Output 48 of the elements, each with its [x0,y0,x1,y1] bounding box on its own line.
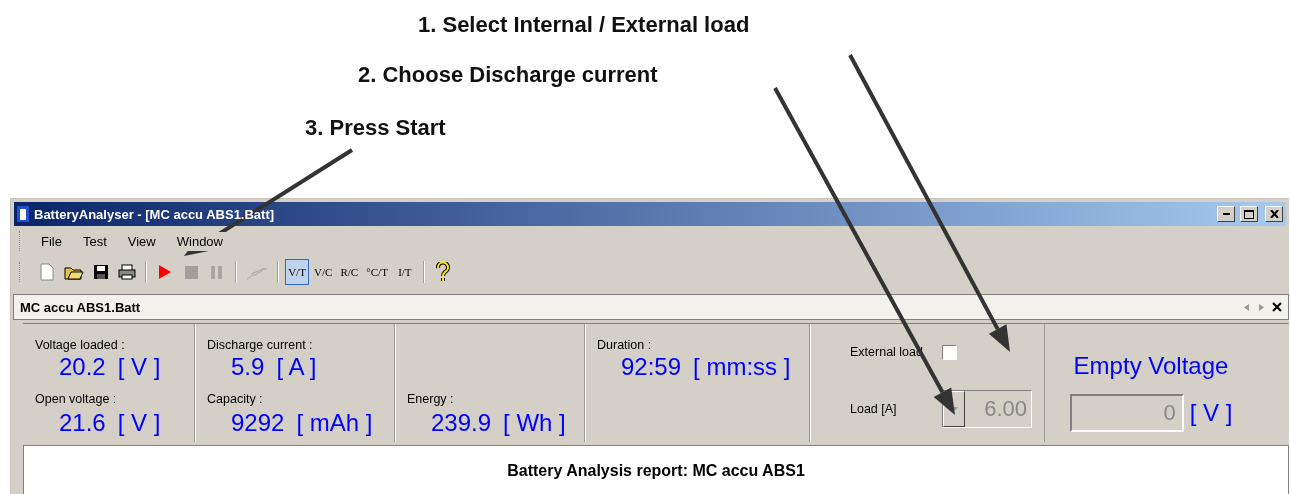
battery-icon [17,206,29,222]
chart-mode-button[interactable]: °C/T [363,259,391,285]
minimize-icon [1222,213,1230,215]
reading-unit: [ Wh ] [503,409,566,437]
chart-mode-button[interactable]: V/T [285,259,309,285]
pause-icon [211,265,223,279]
window-title: BatteryAnalyser - [MC accu ABS1.Batt] [34,206,276,222]
close-button[interactable] [1265,206,1283,222]
stepped-line-icon [246,264,268,280]
maximize-button[interactable] [1240,206,1258,222]
reading-label: Voltage loaded : [35,338,126,352]
reading-label: Capacity : [207,392,264,406]
new-file-icon [40,263,54,281]
reading-value: 92:59 [621,353,682,381]
reading-label: Energy : [407,392,455,406]
reading-unit: [ V ] [117,353,161,381]
report-title: Battery Analysis report: MC accu ABS1 [507,462,805,481]
annotation-text: 2. Choose Discharge current [358,62,658,88]
annotation-text: 1. Select Internal / External load [418,12,750,38]
reading-value: 5.9 [231,353,265,381]
reading-label: Duration : [597,338,653,352]
chart-mode-button[interactable]: V/C [311,259,336,285]
chart-mode-button[interactable]: R/C [337,259,362,285]
reading-unit: [ V ] [1189,399,1233,427]
close-icon [1269,210,1279,218]
question-mark-icon [435,262,450,282]
play-icon [158,264,172,280]
reading-value: 21.6 [59,409,106,437]
folder-icon [64,264,84,280]
printer-icon [118,264,136,280]
reading-value: 239.9 [431,409,492,437]
empty-voltage-title: Empty Voltage [1073,352,1229,380]
reading-unit: [ mm:ss ] [693,353,791,381]
maximize-icon [1244,209,1254,219]
reading-unit: [ A ] [276,353,317,381]
document-tab[interactable]: MC accu ABS1.Batt [20,299,1244,315]
load-label: Load [A] [850,402,898,416]
annotation-text: 3. Press Start [305,115,446,141]
reading-value: 20.2 [59,353,106,381]
chart-mode-button[interactable]: I/T [392,259,417,285]
reading-unit: [ V ] [117,409,161,437]
reading-value: 9292 [231,409,285,437]
close-icon[interactable] [1272,302,1282,312]
reading-label: Discharge current : [207,338,314,352]
reading-label: Open voltage : [35,392,118,406]
stop-icon [184,265,198,279]
minimize-button[interactable] [1217,206,1235,222]
reading-unit: [ mAh ] [296,409,373,437]
